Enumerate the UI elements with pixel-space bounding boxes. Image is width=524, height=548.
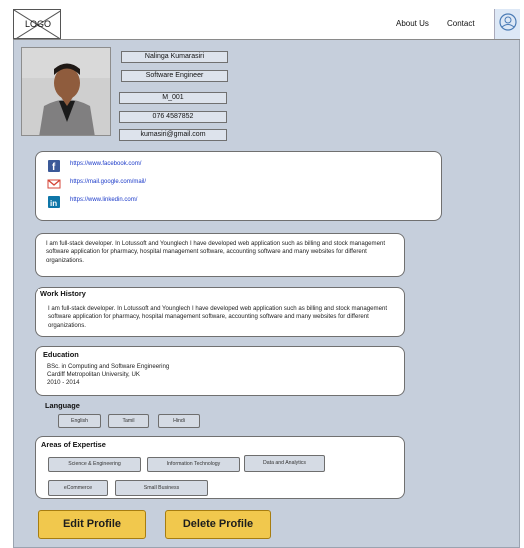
work-history-title: Work History [38,289,88,298]
user-account-icon[interactable] [494,9,520,39]
gmail-icon [47,179,61,189]
expertise-title: Areas of Expertise [39,440,108,449]
profile-portrait-image [22,48,110,135]
work-history-text: I am full-stack developer. In Lotussoft … [48,305,388,329]
expertise-chip-information-technology: Information Technology [147,457,240,472]
profile-phone-field: 076 4587852 [119,111,227,123]
education-degree: BSc. in Computing and Software Engineeri… [47,363,170,370]
profile-id-field: M_001 [119,92,227,104]
social-link-row[interactable]: https://mail.google.com/mail/ [47,177,146,189]
expertise-chip-ecommerce: eCommerce [48,480,108,496]
gmail-link[interactable]: https://mail.google.com/mail/ [70,179,146,185]
about-text: I am full-stack developer. In Lotussoft … [46,240,386,264]
profile-name-field: Nalinga Kumarasiri [121,51,228,63]
social-link-row[interactable]: in https://www.linkedin.com/ [47,195,137,208]
language-title: Language [45,401,80,410]
nav-contact-link[interactable]: Contact [447,19,475,28]
header: LOGO About Us Contact [13,9,520,40]
social-link-row[interactable]: f https://www.facebook.com/ [47,159,141,173]
about-card: I am full-stack developer. In Lotussoft … [35,233,405,277]
delete-profile-button[interactable]: Delete Profile [165,510,271,539]
education-years: 2010 - 2014 [47,379,80,386]
profile-title-field: Software Engineer [121,70,228,82]
language-chip-english: English [58,414,101,428]
profile-photo [21,47,111,136]
education-university: Cardiff Metropolitan University, UK [47,371,140,378]
expertise-chip-small-business: Small Business [115,480,208,496]
facebook-icon: f [48,160,60,173]
logo[interactable]: LOGO [13,9,61,39]
profile-email-field: kumasiri@gmail.com [119,129,227,141]
education-title: Education [41,350,81,359]
work-history-card: Work History I am full-stack developer. … [35,287,405,337]
social-links-card: f https://www.facebook.com/ https://mail… [35,151,442,221]
svg-text:in: in [50,199,57,208]
language-chip-tamil: Tamil [108,414,149,428]
facebook-link[interactable]: https://www.facebook.com/ [70,161,141,167]
linkedin-icon: in [48,196,60,208]
logo-text: LOGO [24,19,51,29]
language-chip-hindi: Hindi [158,414,200,428]
expertise-chip-data-analytics: Data and Analytics [244,455,325,472]
edit-profile-button[interactable]: Edit Profile [38,510,146,539]
linkedin-link[interactable]: https://www.linkedin.com/ [70,197,137,203]
expertise-chip-science-engineering: Science & Engineering [48,457,141,472]
nav-about-link[interactable]: About Us [396,19,429,28]
